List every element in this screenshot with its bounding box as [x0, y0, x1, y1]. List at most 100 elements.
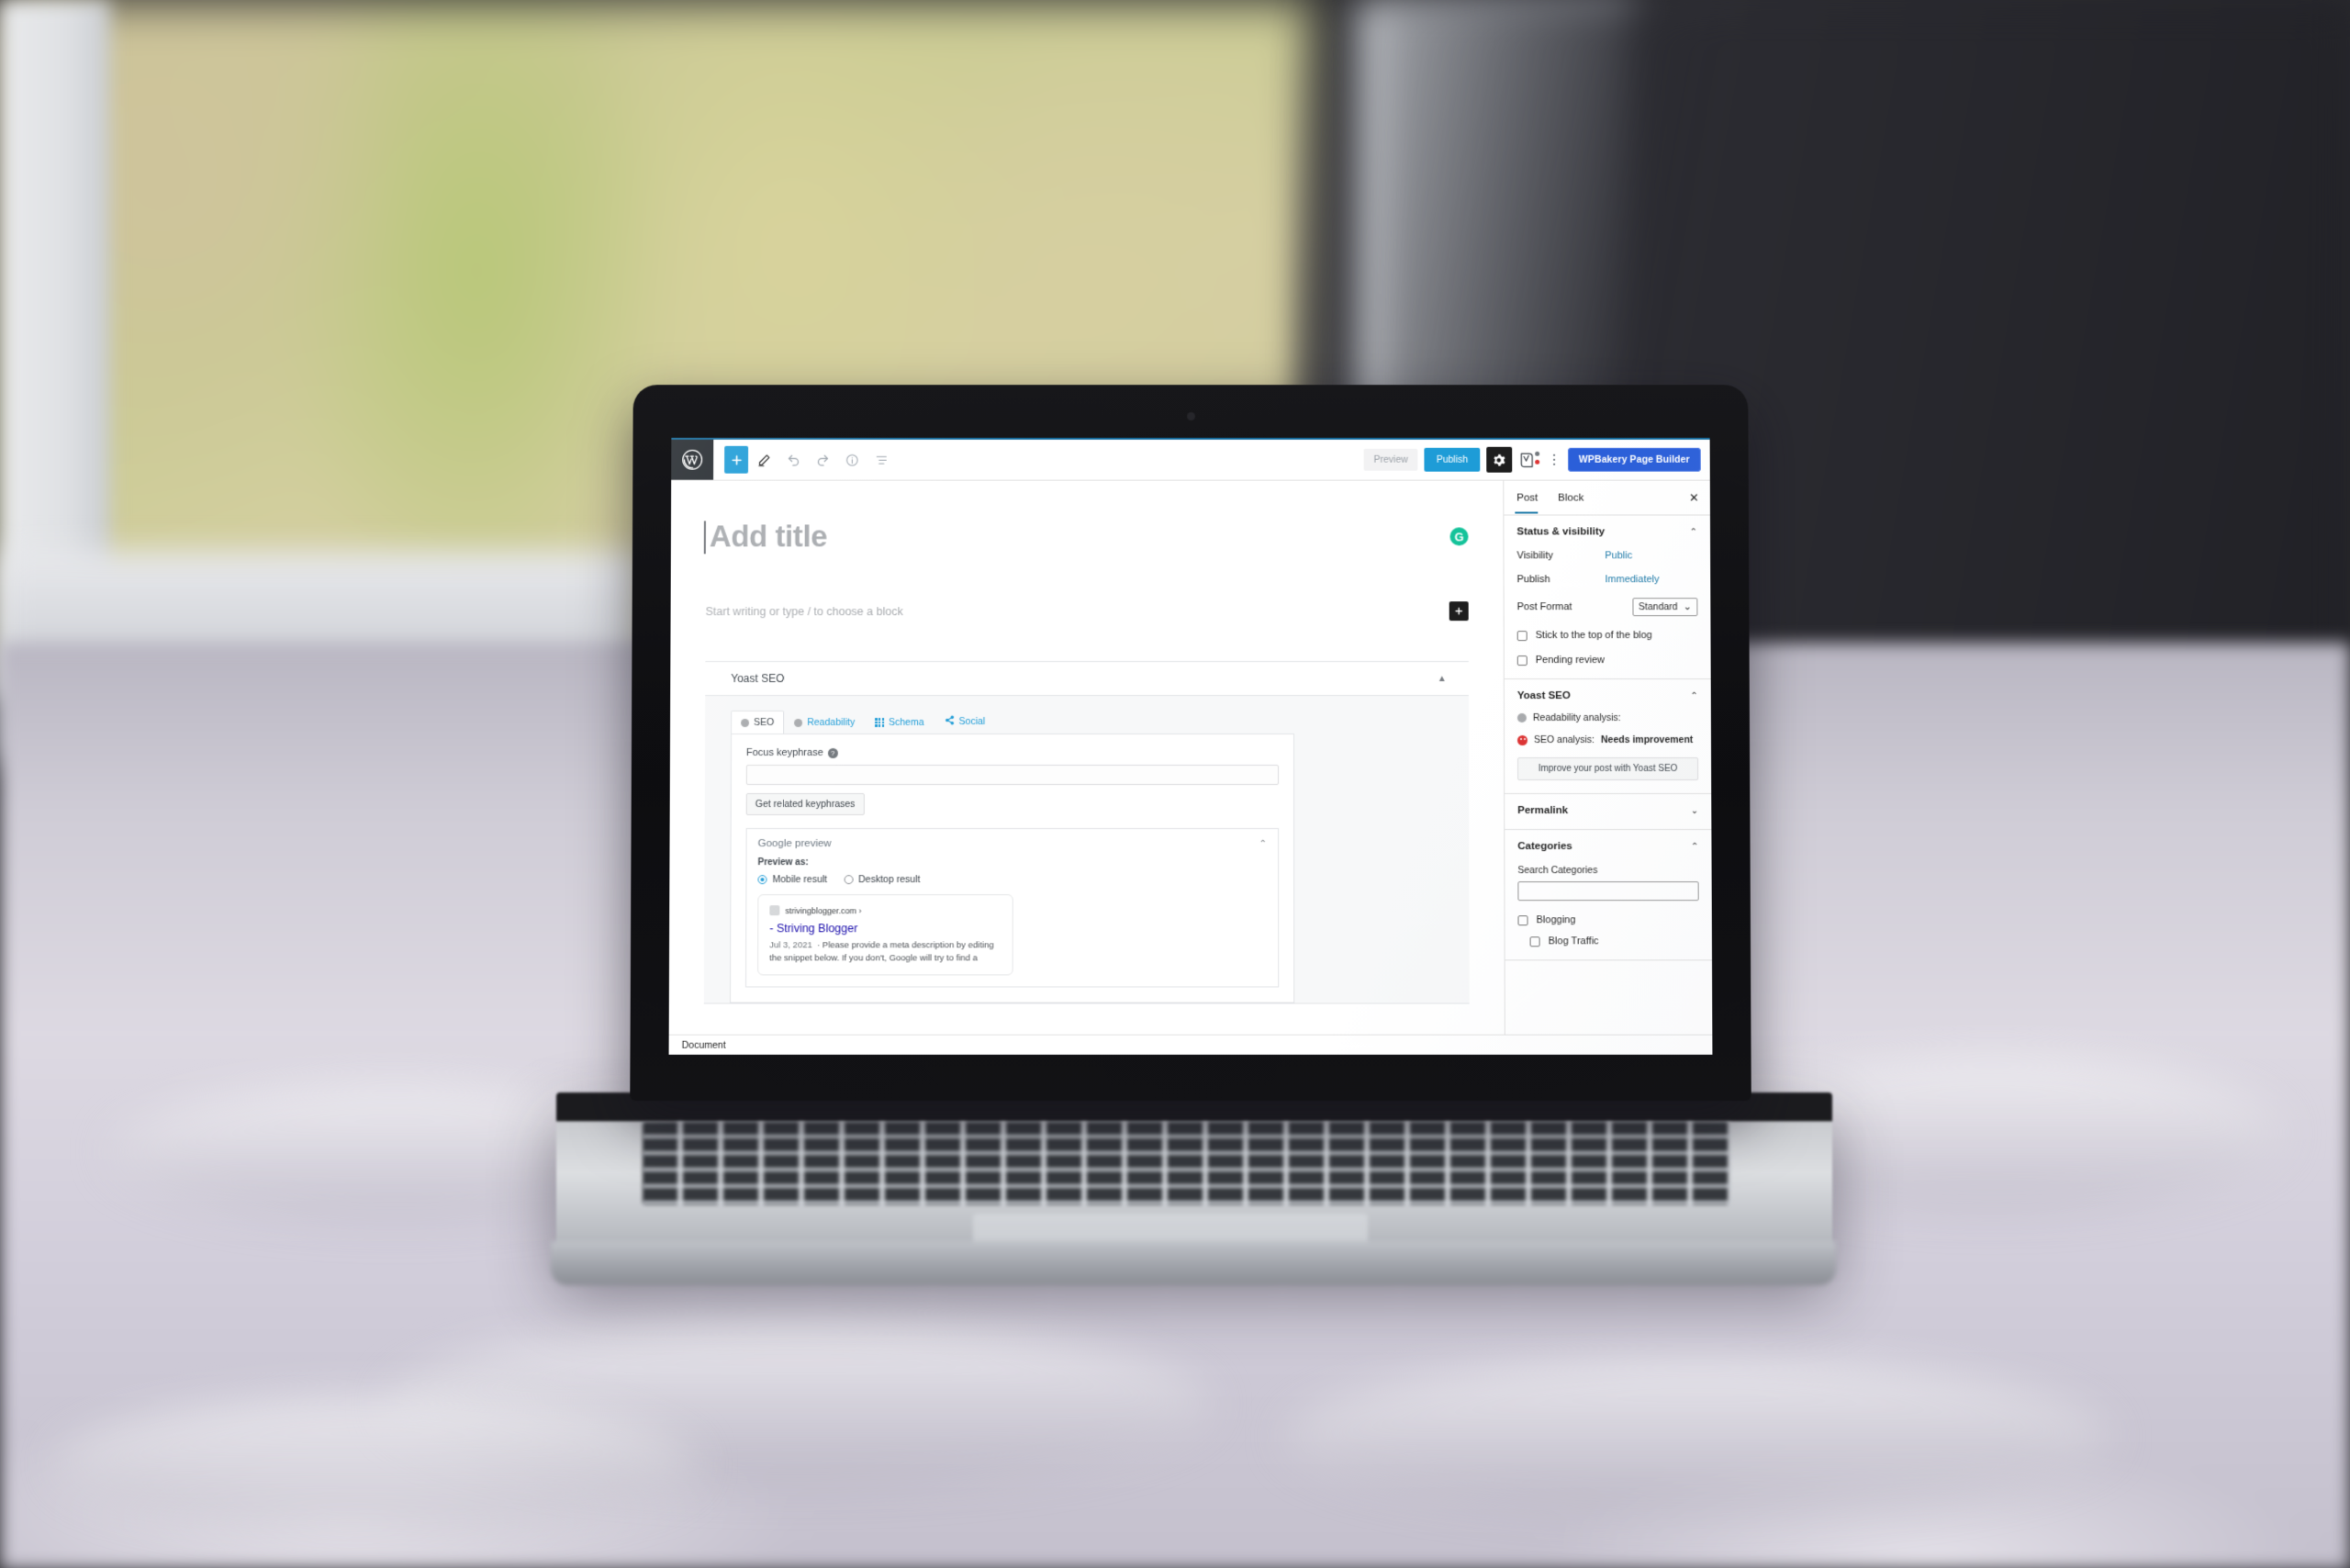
close-icon[interactable]: ✕	[1689, 490, 1699, 505]
chevron-up-icon[interactable]: ▲	[1438, 674, 1447, 684]
publish-value[interactable]: Immediately	[1605, 574, 1659, 585]
sticky-post-label: Stick to the top of the blog	[1535, 630, 1652, 642]
chevron-up-icon[interactable]: ⌃	[1690, 527, 1697, 537]
info-circle-icon[interactable]	[838, 446, 866, 474]
category-blog-traffic-row[interactable]: Blog Traffic	[1518, 935, 1699, 946]
radio-mobile-result[interactable]: Mobile result	[757, 874, 827, 885]
yoast-tab-readability[interactable]: Readability	[784, 711, 865, 734]
post-format-select[interactable]: Standard ⌄	[1632, 598, 1698, 617]
publish-label: Publish	[1516, 574, 1550, 586]
google-preview-panel: Google preview ⌃ Preview as: Mobile resu…	[745, 828, 1280, 988]
serp-date: Jul 3, 2021	[769, 940, 812, 951]
google-preview-header[interactable]: Google preview ⌃	[758, 838, 1267, 849]
preview-button[interactable]: Preview	[1363, 448, 1418, 471]
editor-canvas-column: Add title G Start writing or type / to c…	[668, 480, 1505, 1055]
wpbakery-page-builder-button[interactable]: WPBakery Page Builder	[1567, 447, 1701, 472]
checkbox[interactable]	[1516, 630, 1528, 641]
visibility-value[interactable]: Public	[1605, 550, 1632, 561]
add-block-button[interactable]	[724, 445, 749, 474]
laptop-screen: Preview Publish WPBakery Page Builder Ad…	[668, 437, 1713, 1055]
focus-keyphrase-input[interactable]	[745, 765, 1280, 786]
yoast-metabox-header[interactable]: Yoast SEO ▲	[705, 662, 1469, 697]
status-visibility-header[interactable]: Status & visibility ⌃	[1516, 526, 1697, 537]
yoast-tab-label: Readability	[807, 717, 856, 729]
post-format-label: Post Format	[1516, 601, 1572, 613]
focus-keyphrase-label-row: Focus keyphrase ?	[746, 747, 1279, 758]
serp-snippet-preview[interactable]: strivingblogger.com › - Striving Blogger…	[757, 894, 1013, 975]
radio-desktop-result[interactable]: Desktop result	[844, 874, 920, 885]
radio-label: Desktop result	[858, 874, 921, 886]
kebab-menu-icon[interactable]	[1547, 454, 1561, 465]
grey-bullet-icon	[1516, 713, 1527, 723]
status-visibility-section: Status & visibility ⌃ Visibility Public …	[1504, 515, 1711, 680]
search-categories-input[interactable]	[1517, 881, 1699, 902]
text-caret	[703, 521, 706, 554]
chevron-up-icon[interactable]: ⌃	[1691, 842, 1698, 852]
yoast-tab-schema[interactable]: Schema	[865, 711, 934, 734]
google-preview-title: Google preview	[757, 838, 832, 850]
grammarly-icon[interactable]: G	[1449, 527, 1469, 546]
get-related-keyphrases-button[interactable]: Get related keyphrases	[745, 793, 865, 816]
tools-pencil-icon[interactable]	[750, 446, 778, 474]
question-mark-icon[interactable]: ?	[827, 747, 838, 758]
yoast-metabox-title: Yoast SEO	[731, 672, 785, 686]
post-format-value: Standard	[1639, 601, 1678, 613]
serp-url-row: strivingblogger.com ›	[769, 905, 1001, 916]
improve-post-button[interactable]: Improve your post with Yoast SEO	[1517, 756, 1699, 781]
categories-header[interactable]: Categories ⌃	[1517, 841, 1698, 852]
categories-section: Categories ⌃ Search Categories Blogging	[1505, 830, 1712, 961]
category-blogging-row[interactable]: Blogging	[1517, 914, 1698, 925]
redo-arrow-icon[interactable]	[809, 446, 836, 474]
pending-review-checkbox-row[interactable]: Pending review	[1516, 655, 1698, 666]
permalink-header[interactable]: Permalink ⌄	[1517, 805, 1698, 816]
yoast-seo-icon[interactable]	[1518, 448, 1540, 472]
readability-score-bullet-icon	[794, 718, 803, 727]
wordpress-logo-icon[interactable]	[671, 439, 714, 480]
chevron-down-icon[interactable]: ⌄	[1691, 806, 1698, 816]
radio-label: Mobile result	[772, 874, 828, 886]
seo-analysis-row: SEO analysis: Needs improvement	[1516, 734, 1698, 745]
schema-grid-icon	[875, 718, 885, 727]
readability-analysis-row: Readability analysis:	[1516, 712, 1698, 723]
red-frown-icon	[1516, 734, 1528, 745]
yoast-seo-sidebar-section: Yoast SEO ⌃ Readability analysis: SEO an…	[1504, 679, 1712, 795]
editor-toolbar: Preview Publish WPBakery Page Builder	[671, 439, 1710, 481]
chevron-up-icon[interactable]: ⌃	[1690, 691, 1697, 701]
post-title-input[interactable]: Add title	[703, 519, 827, 554]
yoast-tab-label: Social	[958, 716, 986, 728]
checkbox[interactable]	[1529, 935, 1540, 946]
tab-block[interactable]: Block	[1556, 483, 1593, 513]
paragraph-placeholder[interactable]: Start writing or type / to choose a bloc…	[706, 605, 903, 618]
checkbox[interactable]	[1517, 914, 1528, 925]
breadcrumb[interactable]: Document	[682, 1039, 726, 1050]
yoast-sidebar-title: Yoast SEO	[1516, 690, 1571, 702]
preview-as-label: Preview as:	[757, 857, 809, 868]
checkbox[interactable]	[1516, 655, 1528, 666]
block-inserter-button[interactable]	[1449, 601, 1469, 622]
undo-arrow-icon[interactable]	[779, 446, 807, 474]
yoast-tab-seo[interactable]: SEO	[731, 711, 785, 734]
tab-post[interactable]: Post	[1515, 483, 1547, 513]
publish-row: Publish Immediately	[1517, 574, 1698, 585]
editor-status-bar: Document	[668, 1034, 1713, 1055]
publish-button[interactable]: Publish	[1424, 447, 1481, 472]
serp-url: strivingblogger.com ›	[785, 905, 862, 915]
yoast-tab-label: SEO	[754, 717, 775, 729]
wordpress-editor: Preview Publish WPBakery Page Builder Ad…	[668, 437, 1713, 1055]
serp-title[interactable]: - Striving Blogger	[769, 922, 1001, 935]
sticky-post-checkbox-row[interactable]: Stick to the top of the blog	[1516, 630, 1698, 642]
post-title-row: Add title G	[703, 481, 1469, 554]
preview-as-radio-group: Mobile result Desktop result	[757, 874, 1267, 885]
laptop-base-front-edge	[551, 1241, 1836, 1285]
yoast-sidebar-header[interactable]: Yoast SEO ⌃	[1517, 690, 1698, 701]
settings-gear-icon[interactable]	[1486, 446, 1513, 473]
chevron-up-icon[interactable]: ⌃	[1259, 839, 1267, 849]
yoast-tab-social[interactable]: Social	[934, 709, 996, 734]
yoast-seo-panel: Focus keyphrase ? Get related keyphrases…	[729, 734, 1295, 1003]
yoast-tab-label: Schema	[889, 717, 924, 729]
pending-review-label: Pending review	[1535, 655, 1605, 666]
list-view-icon[interactable]	[867, 446, 895, 474]
paragraph-block-row: Start writing or type / to choose a bloc…	[706, 601, 1469, 622]
editor-canvas[interactable]: Add title G Start writing or type / to c…	[669, 481, 1505, 1004]
post-settings-sidebar: Post Block ✕ Status & visibility ⌃ Visib…	[1503, 480, 1713, 1055]
